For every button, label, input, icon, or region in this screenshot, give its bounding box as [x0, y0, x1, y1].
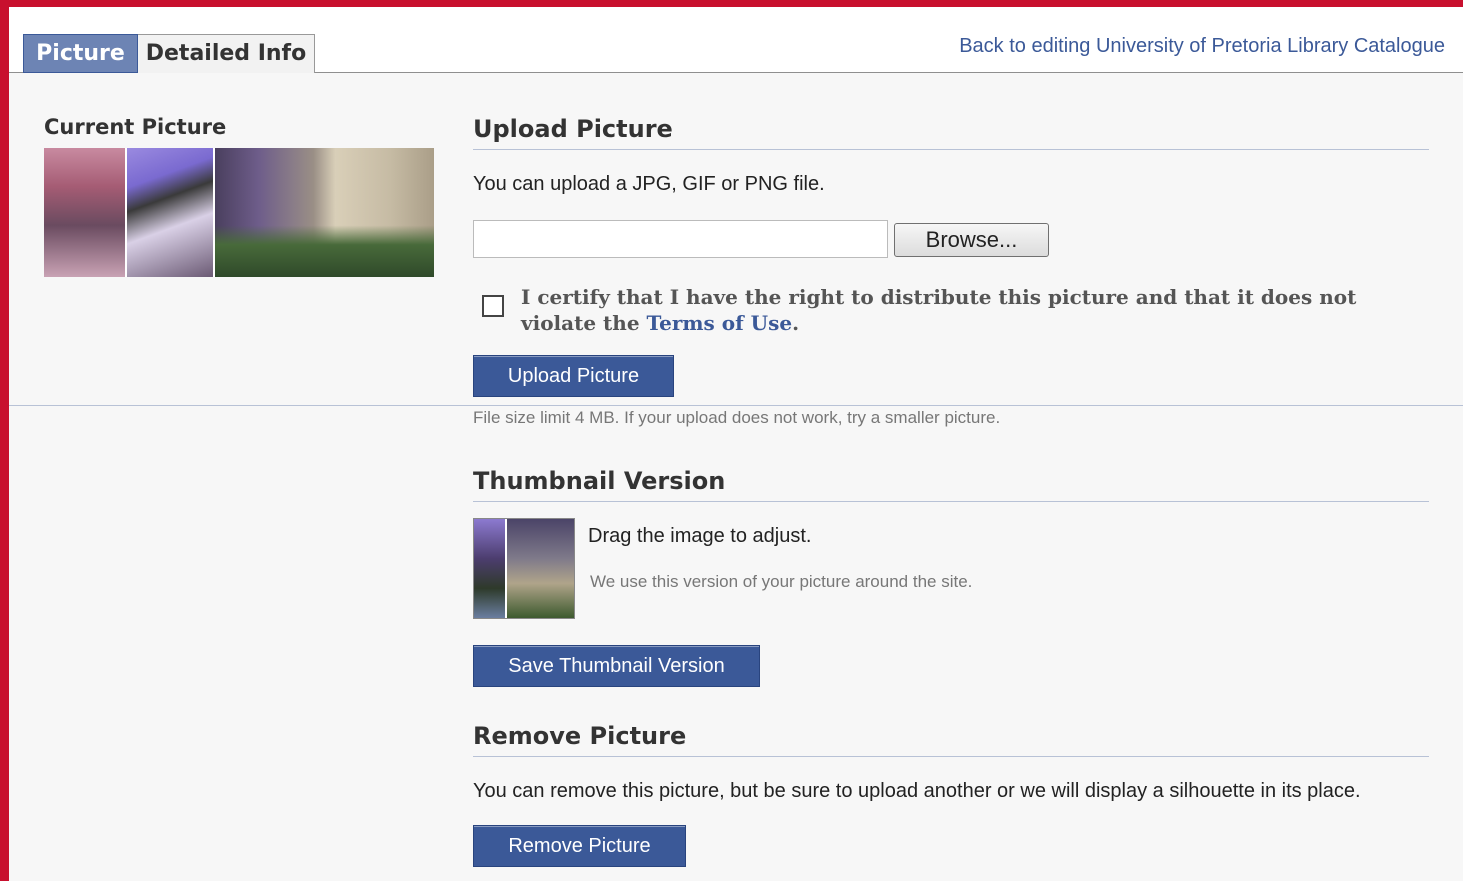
- current-picture-image: [44, 148, 434, 277]
- upload-picture-button[interactable]: Upload Picture: [473, 355, 674, 397]
- tab-detailed-info[interactable]: Detailed Info: [138, 34, 315, 73]
- remove-description: You can remove this picture, but be sure…: [473, 780, 1361, 802]
- certify-checkbox[interactable]: [482, 295, 504, 317]
- upload-picture-heading: Upload Picture: [473, 115, 673, 143]
- upload-section-divider: [473, 149, 1429, 150]
- certify-statement: I certify that I have the right to distr…: [521, 284, 1431, 336]
- thumbnail-draggable-image[interactable]: [473, 518, 575, 619]
- thumbnail-panel-left: [474, 519, 505, 618]
- upload-description: You can upload a JPG, GIF or PNG file.: [473, 173, 825, 195]
- file-path-input[interactable]: [473, 220, 888, 258]
- thumbnail-version-heading: Thumbnail Version: [473, 467, 726, 495]
- picture-panel-right: [213, 148, 434, 277]
- remove-section-divider: [473, 756, 1429, 757]
- remove-picture-button[interactable]: Remove Picture: [473, 825, 686, 867]
- picture-panel-middle: [125, 148, 213, 277]
- back-to-editing-link[interactable]: Back to editing University of Pretoria L…: [959, 35, 1445, 58]
- picture-panel-left: [44, 148, 125, 277]
- tab-bar: Picture Detailed Info Back to editing Un…: [9, 7, 1463, 73]
- thumbnail-section-divider: [473, 501, 1429, 502]
- current-picture-label: Current Picture: [44, 115, 227, 139]
- horizontal-divider: [9, 405, 1463, 406]
- file-size-note: File size limit 4 MB. If your upload doe…: [473, 408, 1001, 427]
- remove-picture-heading: Remove Picture: [473, 722, 687, 750]
- tab-picture[interactable]: Picture: [23, 34, 138, 73]
- profile-picture-editor: Picture Detailed Info Back to editing Un…: [0, 0, 1463, 881]
- drag-instruction: Drag the image to adjust.: [588, 525, 812, 547]
- thumbnail-note: We use this version of your picture arou…: [590, 572, 973, 591]
- save-thumbnail-button[interactable]: Save Thumbnail Version: [473, 645, 760, 687]
- terms-of-use-link[interactable]: Terms of Use: [647, 311, 793, 335]
- browse-button[interactable]: Browse...: [894, 223, 1049, 257]
- thumbnail-panel-right: [505, 519, 574, 618]
- certify-period: .: [792, 311, 800, 335]
